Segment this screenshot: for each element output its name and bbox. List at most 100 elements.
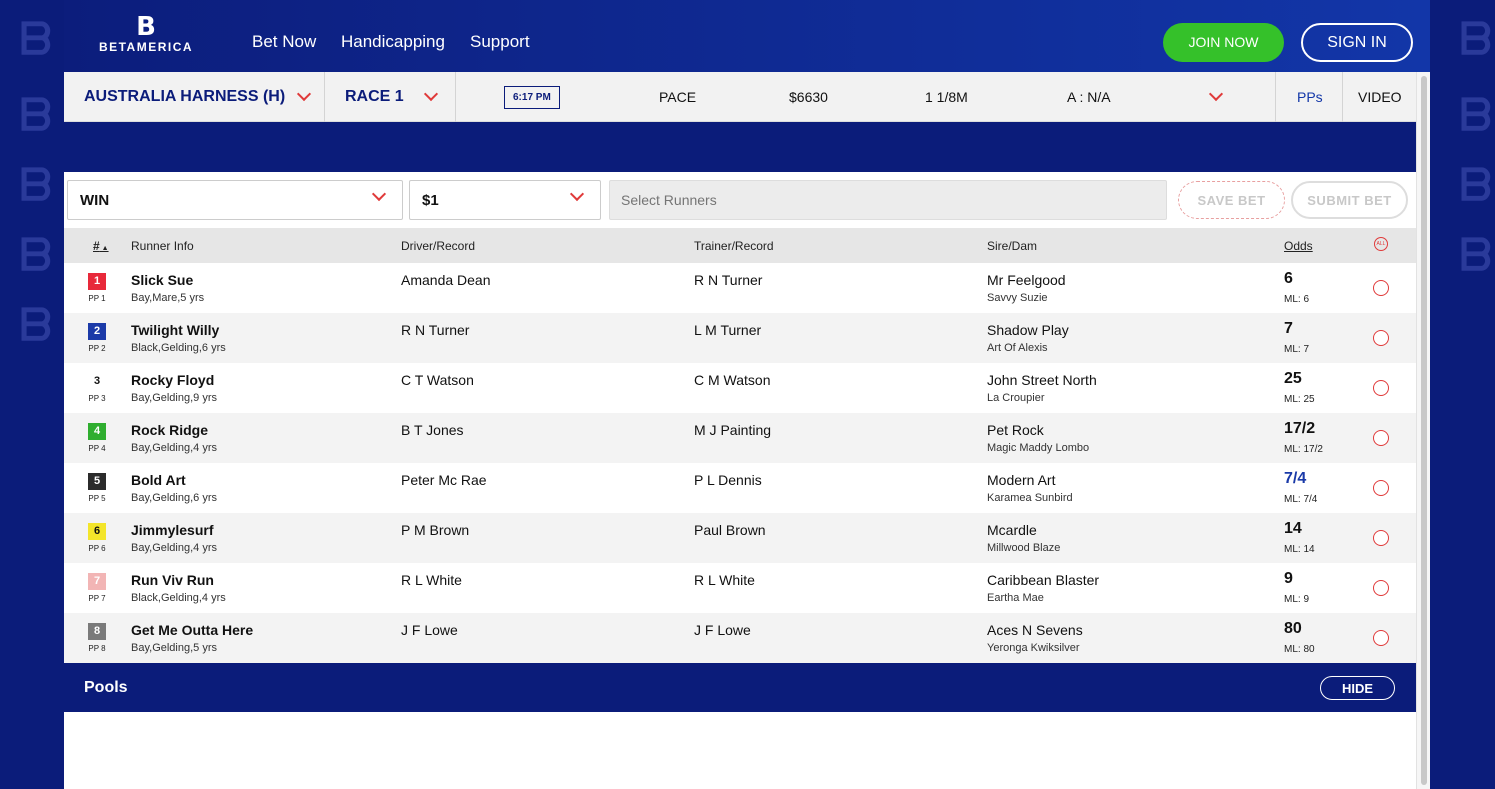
hide-pools-button[interactable]: HIDE: [1320, 676, 1395, 700]
scrollbar-thumb[interactable]: [1421, 76, 1427, 785]
trainer-name: J F Lowe: [694, 622, 751, 638]
table-row[interactable]: 4 PP 4 Rock Ridge Bay,Gelding,4 yrs B T Jone…: [64, 413, 1416, 463]
table-row[interactable]: 6 PP 6 Jimmylesurf Bay,Gelding,4 yrs P M Bro…: [64, 513, 1416, 563]
post-position-label: PP 8: [88, 644, 106, 653]
join-now-button[interactable]: JOIN NOW: [1163, 23, 1284, 62]
race-selector[interactable]: RACE 1: [345, 72, 438, 122]
morning-line-odds: ML: 80: [1284, 644, 1315, 655]
morning-line-odds: ML: 25: [1284, 394, 1315, 405]
bet-amount-value: $1: [422, 191, 439, 209]
driver-name: Peter Mc Rae: [401, 472, 487, 488]
sort-by-number[interactable]: # ▲: [93, 239, 109, 253]
runner-name[interactable]: Get Me Outta Here: [131, 622, 253, 638]
nav-bet-now[interactable]: Bet Now: [252, 32, 316, 52]
runner-description: Bay,Gelding,4 yrs: [131, 542, 218, 554]
trainer-name: M J Painting: [694, 422, 772, 438]
header-sire-dam: Sire/Dam: [987, 239, 1038, 253]
race-details-toggle[interactable]: [1208, 72, 1224, 122]
current-odds: 9: [1284, 570, 1293, 587]
runner-name[interactable]: Bold Art: [131, 472, 186, 488]
driver-name: P M Brown: [401, 522, 470, 538]
race-type: PACE: [659, 89, 697, 105]
dam-name: Yeronga Kwiksilver: [987, 642, 1080, 654]
post-position-label: PP 7: [88, 594, 106, 603]
select-runners-input[interactable]: [609, 180, 1167, 220]
nav-handicapping[interactable]: Handicapping: [341, 32, 445, 52]
table-row[interactable]: 1 PP 1 Slick Sue Bay,Mare,5 yrs Amanda Dean R…: [64, 263, 1416, 313]
betamerica-logo[interactable]: B BETAMERICA: [94, 14, 198, 58]
driver-name: R N Turner: [401, 322, 470, 338]
runner-name[interactable]: Rock Ridge: [131, 422, 208, 438]
header-driver: Driver/Record: [401, 239, 476, 253]
current-odds: 17/2: [1284, 420, 1316, 437]
current-odds: 7/4: [1284, 470, 1307, 487]
sort-up-icon: ▲: [99, 245, 109, 252]
sort-by-odds[interactable]: Odds: [1284, 239, 1313, 253]
watermark-logo: ᗷ: [1460, 230, 1492, 281]
program-number-badge: 2: [88, 323, 106, 340]
driver-name: C T Watson: [401, 372, 474, 388]
runner-name[interactable]: Slick Sue: [131, 272, 193, 288]
sire-name: Shadow Play: [987, 322, 1069, 338]
header-band: [64, 122, 1416, 172]
logo-mark-icon: B: [136, 12, 156, 42]
select-runner-radio[interactable]: [1373, 330, 1389, 346]
select-runner-radio[interactable]: [1373, 280, 1389, 296]
runner-description: Black,Gelding,4 yrs: [131, 592, 226, 604]
sign-in-button[interactable]: SIGN IN: [1301, 23, 1413, 62]
table-row[interactable]: 5 PP 5 Bold Art Bay,Gelding,6 yrs Peter Mc R…: [64, 463, 1416, 513]
bet-type-select[interactable]: WIN: [67, 180, 403, 220]
runner-name[interactable]: Run Viv Run: [131, 572, 214, 588]
driver-name: R L White: [401, 572, 462, 588]
watermark-logo: ᗷ: [20, 230, 52, 281]
table-row[interactable]: 3 PP 3 Rocky Floyd Bay,Gelding,9 yrs C T Wat…: [64, 363, 1416, 413]
sire-name: Pet Rock: [987, 422, 1044, 438]
chevron-down-icon: [423, 86, 438, 102]
video-link[interactable]: VIDEO: [1358, 72, 1402, 122]
watermark-logo: ᗷ: [20, 300, 52, 351]
program-number-badge: 4: [88, 423, 106, 440]
post-position-label: PP 4: [88, 444, 106, 453]
logo-text: BETAMERICA: [98, 40, 194, 54]
runner-name[interactable]: Rocky Floyd: [131, 372, 214, 388]
select-runner-radio[interactable]: [1373, 380, 1389, 396]
watermark-logo: ᗷ: [20, 90, 52, 141]
current-odds: 6: [1284, 270, 1293, 287]
chevron-down-icon: [371, 186, 387, 202]
trainer-name: R L White: [694, 572, 755, 588]
program-number-badge: 6: [88, 523, 106, 540]
table-row[interactable]: 2 PP 2 Twilight Willy Black,Gelding,6 yrs R …: [64, 313, 1416, 363]
bet-amount-select[interactable]: $1: [409, 180, 601, 220]
table-row[interactable]: 7 PP 7 Run Viv Run Black,Gelding,4 yrs R L W…: [64, 563, 1416, 613]
trainer-name: Paul Brown: [694, 522, 766, 538]
driver-name: Amanda Dean: [401, 272, 491, 288]
bet-type-value: WIN: [80, 191, 110, 209]
select-runner-radio[interactable]: [1373, 530, 1389, 546]
current-odds: 80: [1284, 620, 1302, 637]
runner-name[interactable]: Twilight Willy: [131, 322, 219, 338]
select-runner-radio[interactable]: [1373, 480, 1389, 496]
nav-support[interactable]: Support: [470, 32, 530, 52]
scrollbar[interactable]: [1416, 72, 1430, 789]
submit-bet-button[interactable]: SUBMIT BET: [1291, 181, 1408, 219]
track-selector[interactable]: AUSTRALIA HARNESS (H): [84, 72, 312, 122]
morning-line-odds: ML: 9: [1284, 594, 1310, 605]
sire-name: Aces N Sevens: [987, 622, 1083, 638]
runner-name[interactable]: Jimmylesurf: [131, 522, 213, 538]
pps-link[interactable]: PPs: [1297, 72, 1323, 122]
program-number-badge: 5: [88, 473, 106, 490]
post-position-label: PP 2: [88, 344, 106, 353]
select-runner-radio[interactable]: [1373, 630, 1389, 646]
morning-line-odds: ML: 6: [1284, 294, 1310, 305]
driver-name: J F Lowe: [401, 622, 458, 638]
divider: [324, 72, 325, 122]
runner-description: Bay,Gelding,9 yrs: [131, 392, 218, 404]
post-position-label: PP 1: [88, 294, 106, 303]
select-runner-radio[interactable]: [1373, 580, 1389, 596]
select-runner-radio[interactable]: [1373, 430, 1389, 446]
select-all-radio[interactable]: ALL: [1374, 237, 1388, 251]
table-row[interactable]: 8 PP 8 Get Me Outta Here Bay,Gelding,5 yrs J…: [64, 613, 1416, 663]
runner-description: Bay,Gelding,5 yrs: [131, 642, 218, 654]
divider: [1275, 72, 1276, 122]
save-bet-button[interactable]: SAVE BET: [1178, 181, 1285, 219]
